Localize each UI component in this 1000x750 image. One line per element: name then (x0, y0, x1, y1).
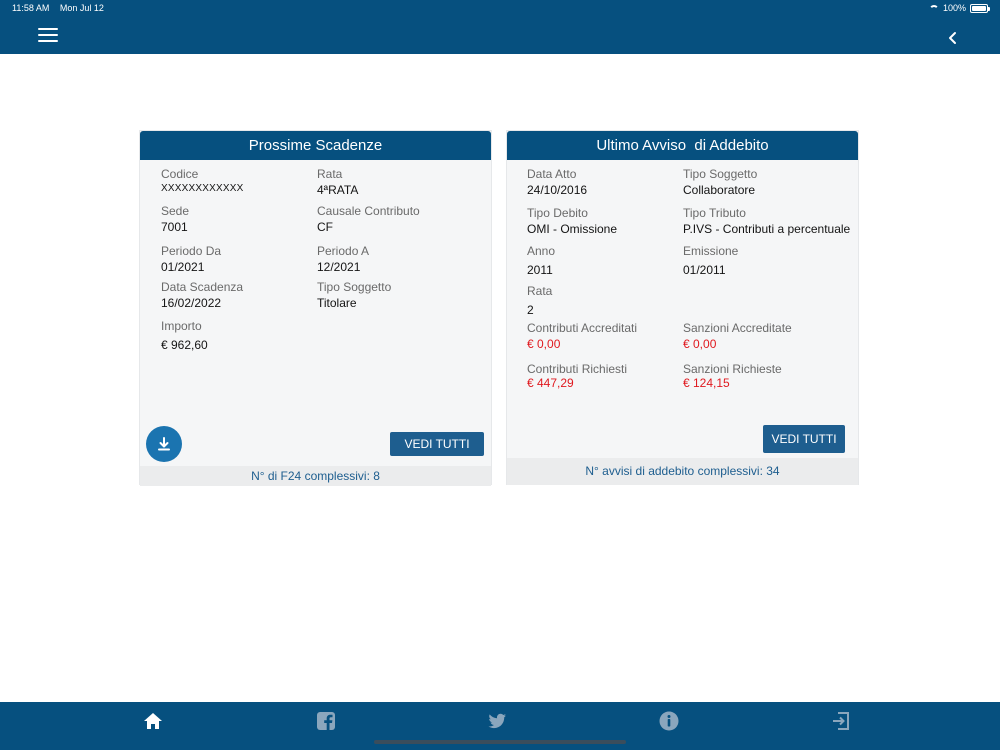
avviso-tipo-soggetto-field: Tipo Soggetto Collaboratore (683, 167, 757, 197)
sanzioni-accreditate-value: € 0,00 (683, 337, 717, 351)
importo-field: Importo € 962,60 (161, 319, 208, 352)
scadenze-footer: N° di F24 complessivi: 8 (140, 466, 491, 486)
codice-label: Codice (161, 167, 199, 181)
avviso-footer: N° avvisi di addebito complessivi: 34 (507, 458, 858, 485)
sede-label: Sede (161, 204, 190, 218)
sanzioni-richieste-label: Sanzioni Richieste (683, 362, 782, 376)
sanzioni-accreditate-field: Sanzioni Accreditate € 0,00 (683, 321, 792, 351)
anno-field: Anno 2011 (527, 244, 555, 277)
scadenze-card: Prossime Scadenze Codice XXXXXXXXXXXX Ra… (139, 130, 492, 486)
causale-value: CF (317, 220, 333, 234)
sede-value: 7001 (161, 220, 188, 234)
scadenze-title: Prossime Scadenze (140, 131, 491, 160)
contributi-richiesti-field: Contributi Richiesti € 447,29 (527, 362, 627, 390)
tipo-soggetto-label: Tipo Soggetto (317, 280, 392, 294)
top-bar: 11:58 AM Mon Jul 12 100% (0, 0, 1000, 54)
avviso-vedi-tutti-button[interactable]: VEDI TUTTI (763, 425, 845, 453)
avviso-rata-field: Rata 2 (527, 284, 552, 317)
anno-value: 2011 (527, 263, 553, 277)
anno-label: Anno (527, 244, 556, 258)
contributi-accreditati-field: Contributi Accreditati € 0,00 (527, 321, 637, 351)
rata-field: Rata 4ªRATA (317, 167, 358, 197)
wifi-icon (928, 4, 939, 12)
emissione-field: Emissione 01/2011 (683, 244, 738, 277)
hamburger-icon[interactable] (38, 28, 58, 44)
tipo-debito-field: Tipo Debito OMI - Omissione (527, 206, 617, 236)
causale-field: Causale Contributo CF (317, 204, 420, 234)
periodo-a-label: Periodo A (317, 244, 370, 258)
status-date: Mon Jul 12 (59, 3, 104, 13)
contributi-accreditati-label: Contributi Accreditati (527, 321, 638, 335)
data-scadenza-label: Data Scadenza (161, 280, 244, 294)
battery-percent: 100% (942, 3, 966, 13)
tipo-debito-value: OMI - Omissione (527, 222, 618, 236)
twitter-icon[interactable] (486, 710, 508, 732)
data-atto-field: Data Atto 24/10/2016 (527, 167, 587, 197)
periodo-da-field: Periodo Da 01/2021 (161, 244, 221, 274)
importo-label: Importo (161, 319, 202, 333)
periodo-a-value: 12/2021 (317, 260, 361, 274)
periodo-da-label: Periodo Da (161, 244, 222, 258)
avviso-title: Ultimo Avviso di Addebito (507, 131, 858, 160)
data-scadenza-value: 16/02/2022 (161, 296, 222, 310)
sede-field: Sede 7001 (161, 204, 189, 234)
avviso-tipo-soggetto-value: Collaboratore (683, 183, 756, 197)
rata-value: 4ªRATA (317, 183, 359, 197)
info-icon[interactable] (658, 710, 680, 732)
status-bar-right: 100% (928, 3, 990, 13)
contributi-richiesti-value: € 447,29 (527, 376, 574, 390)
contributi-accreditati-value: € 0,00 (527, 337, 561, 351)
periodo-a-field: Periodo A 12/2021 (317, 244, 369, 274)
tipo-tributo-field: Tipo Tributo P.IVS - Contributi a percen… (683, 206, 850, 236)
battery-icon (970, 3, 990, 13)
tipo-tributo-value: P.IVS - Contributi a percentuale (683, 222, 851, 236)
data-atto-label: Data Atto (527, 167, 577, 181)
tipo-tributo-label: Tipo Tributo (683, 206, 746, 220)
home-icon[interactable] (142, 710, 164, 732)
logout-icon[interactable] (830, 710, 852, 732)
codice-field: Codice XXXXXXXXXXXX (161, 167, 243, 194)
sanzioni-richieste-field: Sanzioni Richieste € 124,15 (683, 362, 782, 390)
sanzioni-richieste-value: € 124,15 (683, 376, 730, 390)
contributi-richiesti-label: Contributi Richiesti (527, 362, 628, 376)
status-time: 11:58 AM (12, 3, 50, 13)
causale-label: Causale Contributo (317, 204, 420, 218)
download-icon (158, 437, 170, 451)
avviso-tipo-soggetto-label: Tipo Soggetto (683, 167, 758, 181)
scadenze-vedi-tutti-button[interactable]: VEDI TUTTI (390, 432, 484, 456)
tipo-soggetto-value: Titolare (317, 296, 357, 310)
tipo-debito-label: Tipo Debito (527, 206, 588, 220)
emissione-label: Emissione (683, 244, 739, 258)
codice-value: XXXXXXXXXXXX (161, 183, 244, 194)
status-bar-left: 11:58 AM Mon Jul 12 (12, 3, 112, 13)
importo-value: € 962,60 (161, 338, 208, 352)
facebook-icon[interactable] (315, 710, 337, 732)
avviso-card: Ultimo Avviso di Addebito Data Atto 24/1… (506, 130, 859, 485)
periodo-da-value: 01/2021 (161, 260, 205, 274)
data-scadenza-field: Data Scadenza 16/02/2022 (161, 280, 243, 310)
home-indicator (374, 740, 626, 744)
sanzioni-accreditate-label: Sanzioni Accreditate (683, 321, 792, 335)
tipo-soggetto-field: Tipo Soggetto Titolare (317, 280, 391, 310)
emissione-value: 01/2011 (683, 263, 726, 277)
avviso-rata-value: 2 (527, 303, 534, 317)
chevron-left-icon[interactable] (946, 30, 960, 46)
download-button[interactable] (146, 426, 182, 462)
avviso-rata-label: Rata (527, 284, 553, 298)
data-atto-value: 24/10/2016 (527, 183, 588, 197)
rata-label: Rata (317, 167, 343, 181)
